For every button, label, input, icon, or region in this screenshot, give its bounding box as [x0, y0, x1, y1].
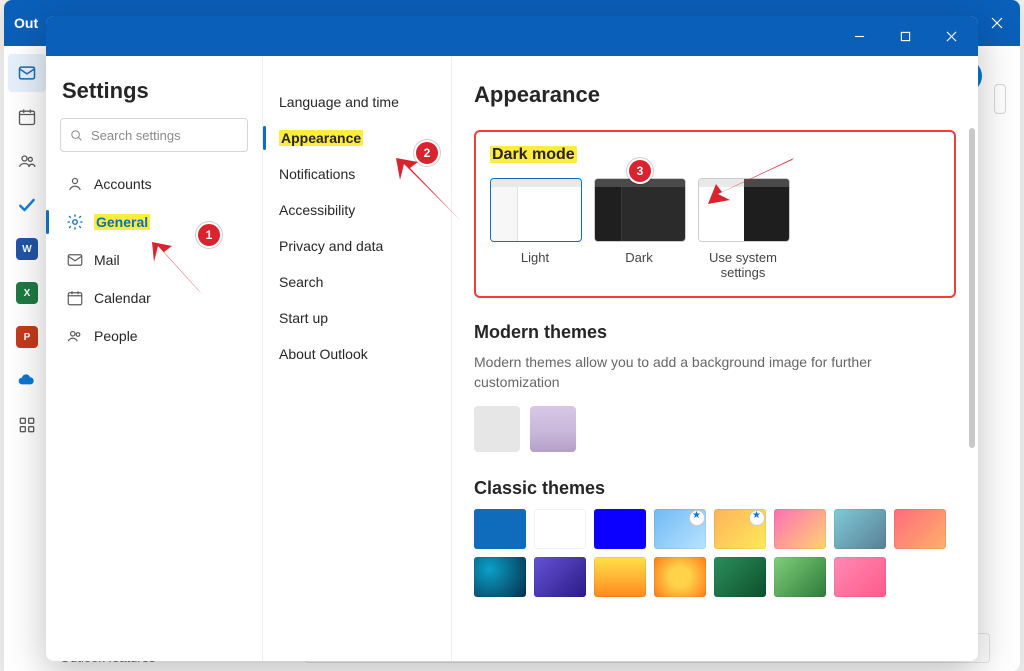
settings-title: Settings [62, 78, 248, 104]
rail-people-icon[interactable] [8, 142, 46, 180]
subnav-about-outlook[interactable]: About Outlook [263, 336, 451, 372]
gear-icon [66, 213, 84, 231]
classic-theme-swatch[interactable] [474, 557, 526, 597]
modern-themes-title: Modern themes [474, 322, 956, 343]
calendar-icon [66, 289, 84, 307]
main-close-button[interactable] [974, 0, 1020, 46]
panel-title: Appearance [474, 82, 956, 108]
classic-theme-swatch[interactable] [774, 509, 826, 549]
classic-theme-swatch[interactable] [834, 509, 886, 549]
classic-theme-swatch[interactable] [534, 557, 586, 597]
modern-theme-option-2[interactable] [530, 406, 576, 452]
classic-theme-swatch[interactable] [534, 509, 586, 549]
search-settings-input[interactable]: Search settings [60, 118, 248, 152]
dark-mode-section: Dark mode Light Dark Use system settings [474, 130, 956, 298]
classic-theme-swatch[interactable] [474, 509, 526, 549]
dialog-close-button[interactable] [928, 16, 974, 56]
mode-label: Dark [594, 250, 684, 265]
classic-theme-swatch[interactable] [774, 557, 826, 597]
favorite-star-icon [750, 511, 764, 525]
rail-word-icon[interactable]: W [8, 230, 46, 268]
mail-icon [66, 251, 84, 269]
nav-label: General [94, 214, 150, 230]
panel-scrollbar[interactable] [969, 128, 975, 448]
classic-theme-swatch[interactable] [894, 509, 946, 549]
nav-item-accounts[interactable]: Accounts [60, 166, 248, 202]
rail-calendar-icon[interactable] [8, 98, 46, 136]
modern-themes-desc: Modern themes allow you to add a backgro… [474, 353, 914, 392]
rail-excel-icon[interactable]: X [8, 274, 46, 312]
nav-item-people[interactable]: People [60, 318, 248, 354]
rail-more-apps-icon[interactable] [8, 406, 46, 444]
rail-powerpoint-icon[interactable]: P [8, 318, 46, 356]
nav-label: People [94, 328, 138, 344]
favorite-star-icon [690, 511, 704, 525]
annotation-badge-2: 2 [414, 140, 440, 166]
modern-themes-section: Modern themes Modern themes allow you to… [474, 322, 956, 452]
dialog-titlebar [46, 16, 978, 56]
mode-label: Use system settings [698, 250, 788, 280]
people-icon [66, 327, 84, 345]
person-icon [66, 175, 84, 193]
settings-dialog: Settings Search settings Accounts Genera… [46, 16, 978, 661]
nav-item-calendar[interactable]: Calendar [60, 280, 248, 316]
mode-label: Light [490, 250, 580, 265]
classic-theme-swatch[interactable] [654, 557, 706, 597]
settings-content-panel: Appearance Dark mode Light Dark Use syst… [451, 56, 978, 661]
rail-onedrive-icon[interactable] [8, 362, 46, 400]
classic-theme-swatch[interactable] [594, 509, 646, 549]
nav-item-mail[interactable]: Mail [60, 242, 248, 278]
subnav-language-and-time[interactable]: Language and time [263, 84, 451, 120]
left-app-rail: W X P [4, 46, 50, 671]
dialog-maximize-button[interactable] [882, 16, 928, 56]
nav-label: Mail [94, 252, 120, 268]
dialog-minimize-button[interactable] [836, 16, 882, 56]
subnav-accessibility[interactable]: Accessibility [263, 192, 451, 228]
classic-theme-swatch[interactable] [654, 509, 706, 549]
search-icon [69, 128, 84, 143]
classic-theme-swatch[interactable] [714, 557, 766, 597]
nav-label: Calendar [94, 290, 151, 306]
classic-theme-swatch[interactable] [594, 557, 646, 597]
settings-left-column: Settings Search settings Accounts Genera… [46, 56, 262, 661]
nav-label: Accounts [94, 176, 152, 192]
background-search-field-fragment[interactable] [994, 84, 1006, 114]
app-name: Out [14, 15, 38, 31]
classic-theme-swatch[interactable] [834, 557, 886, 597]
subnav-privacy-and-data[interactable]: Privacy and data [263, 228, 451, 264]
classic-theme-swatch[interactable] [714, 509, 766, 549]
dark-mode-option-light[interactable]: Light [490, 178, 580, 280]
annotation-badge-1: 1 [196, 222, 222, 248]
dark-mode-option-system[interactable]: Use system settings [698, 178, 788, 280]
classic-themes-section: Classic themes [474, 478, 956, 597]
dark-mode-title: Dark mode [490, 146, 577, 163]
classic-themes-title: Classic themes [474, 478, 956, 499]
rail-todo-icon[interactable] [8, 186, 46, 224]
modern-theme-option-1[interactable] [474, 406, 520, 452]
rail-mail-icon[interactable] [8, 54, 46, 92]
subnav-start-up[interactable]: Start up [263, 300, 451, 336]
subnav-search[interactable]: Search [263, 264, 451, 300]
annotation-badge-3: 3 [627, 158, 653, 184]
dark-mode-option-dark[interactable]: Dark [594, 178, 684, 280]
search-placeholder: Search settings [91, 128, 181, 143]
